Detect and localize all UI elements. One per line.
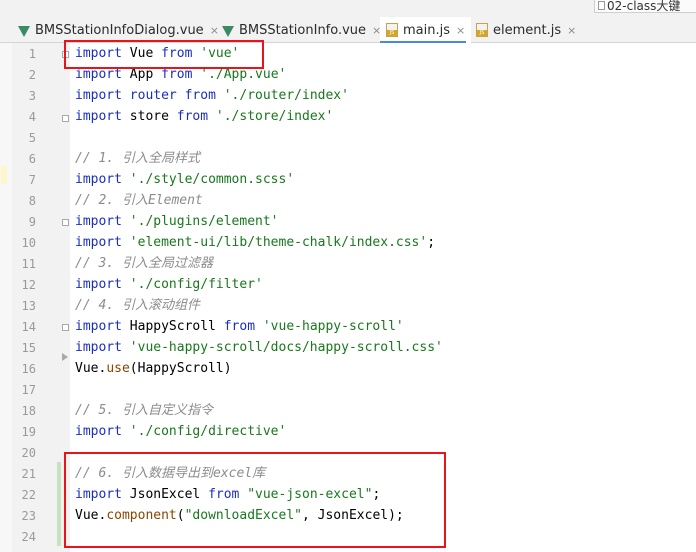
tab-label: BMSStationInfo.vue: [239, 22, 367, 38]
line-number: 20: [21, 446, 36, 460]
highlight-box-import-vue: [64, 40, 264, 69]
js-file-icon: JS: [476, 23, 488, 37]
line-number: 3: [28, 89, 36, 103]
code-line-13[interactable]: // 4. 引入滚动组件: [75, 295, 200, 316]
line-number: 9: [28, 215, 36, 229]
document-icon: [598, 1, 605, 10]
code-line-6[interactable]: // 1. 引入全局样式: [75, 148, 200, 169]
line-number: 13: [21, 299, 36, 313]
line-number: 5: [28, 131, 36, 145]
line-number: 21: [21, 467, 36, 481]
line-number: 18: [21, 404, 36, 418]
line-number: 24: [21, 530, 36, 544]
line-number: 11: [21, 257, 36, 271]
line-number: 22: [21, 488, 36, 502]
code-line-7[interactable]: import './style/common.scss': [75, 169, 294, 190]
corner-tab-label: 02-class大键: [607, 0, 681, 13]
js-file-icon: JS: [386, 23, 398, 37]
code-line-9[interactable]: import './plugins/element': [75, 211, 279, 232]
line-number: 14: [21, 320, 36, 334]
code-line-4[interactable]: import store from './store/index': [75, 106, 333, 127]
line-number: 6: [28, 152, 36, 166]
highlight-box-json-excel: [64, 452, 446, 548]
code-line-15[interactable]: import 'vue-happy-scroll/docs/happy-scro…: [75, 337, 443, 358]
fold-arrow-icon[interactable]: [62, 353, 68, 361]
tab-element-js[interactable]: JS element.js ×: [476, 17, 576, 43]
vcs-change-marker: [57, 462, 61, 546]
tab-label: main.js: [403, 22, 450, 38]
close-icon[interactable]: ×: [567, 24, 576, 37]
line-number: 15: [21, 341, 36, 355]
line-number: 8: [28, 194, 36, 208]
line-number: 7: [28, 173, 36, 187]
fold-marker-icon[interactable]: [62, 219, 69, 226]
gutter-margin: [0, 43, 12, 552]
code-line-12[interactable]: import './config/filter': [75, 274, 263, 295]
code-line-10[interactable]: import 'element-ui/lib/theme-chalk/index…: [75, 232, 435, 253]
fold-marker-icon[interactable]: [62, 324, 69, 331]
line-number: 17: [21, 383, 36, 397]
line-number: 23: [21, 509, 36, 523]
tab-label: BMSStationInfoDialog.vue: [35, 22, 204, 38]
code-line-14[interactable]: import HappyScroll from 'vue-happy-scrol…: [75, 316, 404, 337]
line-number: 2: [28, 68, 36, 82]
tab-label: element.js: [493, 22, 562, 38]
line-number: 16: [21, 362, 36, 376]
fold-marker-icon[interactable]: [62, 115, 69, 122]
line-number: 12: [21, 278, 36, 292]
active-tab-indicator: [380, 41, 466, 43]
corner-tab[interactable]: 02-class大键: [594, 0, 696, 13]
code-line-18[interactable]: // 5. 引入自定义指令: [75, 400, 213, 421]
code-line-19[interactable]: import './config/directive': [75, 421, 286, 442]
code-line-3[interactable]: import router from './router/index': [75, 85, 349, 106]
close-icon[interactable]: ×: [456, 24, 465, 37]
code-line-16[interactable]: Vue.use(HappyScroll): [75, 358, 232, 379]
vue-file-icon: [18, 25, 30, 37]
tab-main-js[interactable]: JS main.js ×: [380, 17, 472, 43]
code-line-11[interactable]: // 3. 引入全局过滤器: [75, 253, 213, 274]
line-number: 10: [21, 236, 36, 250]
code-line-8[interactable]: // 2. 引入Element: [75, 190, 203, 211]
gutter-marker: [1, 166, 7, 184]
vue-file-icon: [222, 25, 234, 37]
line-number: 19: [21, 425, 36, 439]
line-number: 4: [28, 110, 36, 124]
line-number: 1: [28, 47, 36, 61]
close-icon[interactable]: ×: [210, 24, 219, 37]
